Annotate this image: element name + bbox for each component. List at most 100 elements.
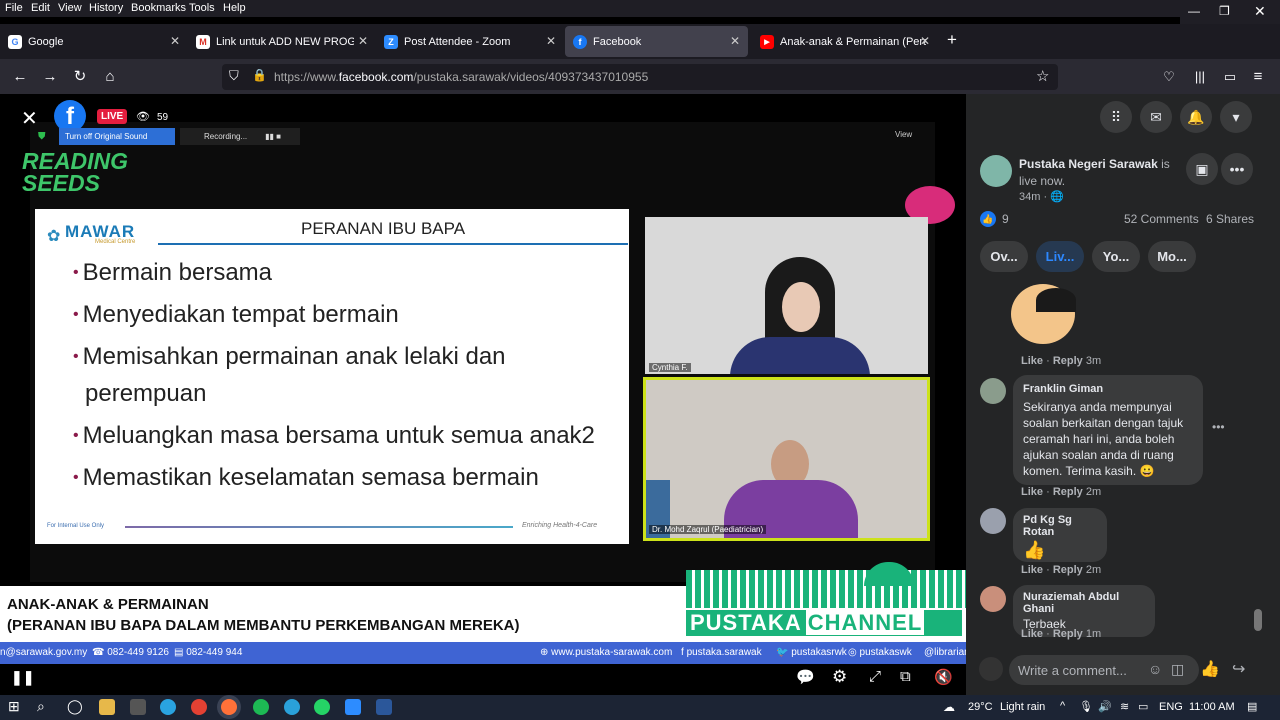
close-tab-icon[interactable]: ✕: [170, 34, 180, 48]
menu-bookmarks[interactable]: Bookmarks: [131, 2, 186, 14]
minimize-icon[interactable]: —: [1188, 4, 1200, 18]
tab-you[interactable]: Yo...: [1092, 241, 1140, 272]
comment-reply-link[interactable]: Reply: [1053, 628, 1083, 640]
wifi-icon[interactable]: ≋: [1120, 700, 1129, 713]
comment-reply-link[interactable]: Reply: [1053, 486, 1083, 498]
app-icon[interactable]: [130, 699, 146, 715]
home-icon[interactable]: ⌂: [100, 67, 120, 87]
menu-view[interactable]: View: [58, 2, 82, 14]
page-avatar[interactable]: [980, 155, 1012, 187]
url-bar[interactable]: ⛉ 🔒 https://www.facebook.com/pustaka.sar…: [222, 64, 1058, 90]
mute-icon[interactable]: 🔇: [934, 668, 953, 686]
edge-icon[interactable]: [160, 699, 176, 715]
comment-like-link[interactable]: Like: [1021, 486, 1043, 498]
library-icon[interactable]: |||: [1190, 67, 1210, 87]
tab-gmail[interactable]: M Link untuk ADD NEW PROGRAM ✕: [188, 26, 376, 57]
search-icon[interactable]: ⌕: [37, 698, 45, 715]
share-count[interactable]: 6 Shares: [1206, 212, 1254, 226]
commenter-name[interactable]: Nuraziemah Abdul Ghani: [1023, 591, 1145, 615]
notifications-icon[interactable]: ▤: [1247, 700, 1257, 713]
more-options-icon[interactable]: •••: [1221, 153, 1253, 185]
comment-more-icon[interactable]: •••: [1212, 420, 1225, 434]
close-tab-icon[interactable]: ✕: [920, 34, 930, 48]
whatsapp-icon[interactable]: [314, 699, 330, 715]
language-indicator[interactable]: ENG: [1159, 701, 1183, 713]
commenter-avatar[interactable]: [980, 378, 1006, 404]
menu-file[interactable]: File: [5, 2, 23, 14]
menu-tools[interactable]: Tools: [189, 2, 215, 14]
windows-start-icon[interactable]: ⊞: [8, 698, 20, 715]
close-window-icon[interactable]: ✕: [1254, 3, 1266, 20]
commenter-avatar[interactable]: [980, 586, 1006, 612]
tab-overview[interactable]: Ov...: [980, 241, 1028, 272]
comment-count[interactable]: 52 Comments: [1124, 212, 1199, 226]
menu-help[interactable]: Help: [223, 2, 246, 14]
expand-icon[interactable]: ⤢: [869, 668, 881, 685]
close-tab-icon[interactable]: ✕: [546, 34, 556, 48]
menu-edit[interactable]: Edit: [31, 2, 50, 14]
tab-youtube[interactable]: ▶ Anak-anak & Permainan (Peran ✕: [752, 26, 938, 57]
write-comment-input[interactable]: Write a comment... ☺ ◫: [1009, 655, 1199, 685]
chrome-icon[interactable]: [191, 699, 207, 715]
zoom-original-sound-button[interactable]: Turn off Original Sound: [59, 128, 175, 145]
file-explorer-icon[interactable]: [99, 699, 115, 715]
scrollbar-thumb[interactable]: [1254, 609, 1262, 631]
firefox-icon[interactable]: [221, 699, 237, 715]
lock-icon[interactable]: 🔒: [252, 68, 267, 82]
weather-text[interactable]: Light rain: [1000, 701, 1045, 713]
close-tab-icon[interactable]: ✕: [730, 34, 740, 48]
spotify-icon[interactable]: [253, 699, 269, 715]
word-icon[interactable]: [376, 699, 392, 715]
emoji-icon[interactable]: ☺: [1148, 661, 1162, 677]
maximize-icon[interactable]: ❐: [1219, 4, 1230, 18]
forward-icon[interactable]: →: [40, 67, 60, 87]
reload-icon[interactable]: ↻: [70, 67, 90, 87]
comment-like-link[interactable]: Like: [1021, 564, 1043, 576]
commenter-avatar[interactable]: [980, 508, 1006, 534]
comment-reply-link[interactable]: Reply: [1053, 564, 1083, 576]
apps-grid-icon[interactable]: ⠿: [1100, 101, 1132, 133]
current-user-avatar[interactable]: [979, 657, 1003, 681]
notifications-bell-icon[interactable]: 🔔: [1180, 101, 1212, 133]
settings-gear-icon[interactable]: ⚙: [832, 667, 847, 687]
commenter-name[interactable]: Franklin Giman: [1023, 381, 1193, 397]
microphone-icon[interactable]: 🎙: [1079, 700, 1093, 713]
save-icon[interactable]: ▣: [1186, 153, 1218, 185]
volume-icon[interactable]: 🔊: [1098, 700, 1112, 713]
tray-chevron-icon[interactable]: ^: [1060, 700, 1065, 712]
captions-icon[interactable]: 💬: [796, 668, 815, 686]
menu-icon[interactable]: ≡: [1248, 67, 1268, 87]
weather-temp[interactable]: 29°C: [968, 701, 993, 713]
menu-history[interactable]: History: [89, 2, 123, 14]
task-view-icon[interactable]: ◯: [67, 698, 83, 715]
messenger-icon[interactable]: ✉: [1140, 101, 1172, 133]
sticker-icon[interactable]: ◫: [1171, 661, 1184, 678]
comment-reply-link[interactable]: Reply: [1053, 355, 1083, 367]
like-count[interactable]: 9: [1002, 212, 1009, 226]
battery-icon[interactable]: ▭: [1138, 700, 1148, 713]
tab-google[interactable]: G Google ✕: [0, 26, 188, 57]
close-video-icon[interactable]: ✕: [21, 106, 38, 131]
share-button-icon[interactable]: ↪: [1232, 659, 1245, 679]
comments-scrollbar[interactable]: [1253, 279, 1263, 639]
clock[interactable]: 11:00 AM: [1189, 701, 1235, 713]
zoom-taskbar-icon[interactable]: [345, 699, 361, 715]
comment-like-link[interactable]: Like: [1021, 355, 1043, 367]
page-name[interactable]: Pustaka Negeri Sarawak: [1019, 157, 1158, 171]
pause-icon[interactable]: ❚❚: [11, 669, 34, 686]
sidebar-icon[interactable]: ▭: [1220, 67, 1240, 87]
tab-zoom[interactable]: Z Post Attendee - Zoom ✕: [376, 26, 564, 57]
tab-more[interactable]: Mo...: [1148, 241, 1196, 272]
zoom-view-button[interactable]: View: [895, 130, 912, 139]
picture-in-picture-icon[interactable]: ⧉: [900, 668, 911, 685]
close-tab-icon[interactable]: ✕: [358, 34, 368, 48]
tab-facebook[interactable]: f Facebook ✕: [565, 26, 748, 57]
like-button-icon[interactable]: 👍: [1200, 659, 1220, 679]
account-chevron-icon[interactable]: ▾: [1220, 101, 1252, 133]
bookmark-star-icon[interactable]: ☆: [1036, 67, 1049, 85]
pocket-icon[interactable]: ♡: [1159, 67, 1179, 87]
weather-cloud-icon[interactable]: ☁: [943, 700, 955, 714]
video-player[interactable]: ✕ f LIVE 👁 59 ⛊ Turn off Original Sound …: [0, 94, 966, 695]
comment-like-link[interactable]: Like: [1021, 628, 1043, 640]
shield-icon[interactable]: ⛉: [229, 68, 239, 84]
